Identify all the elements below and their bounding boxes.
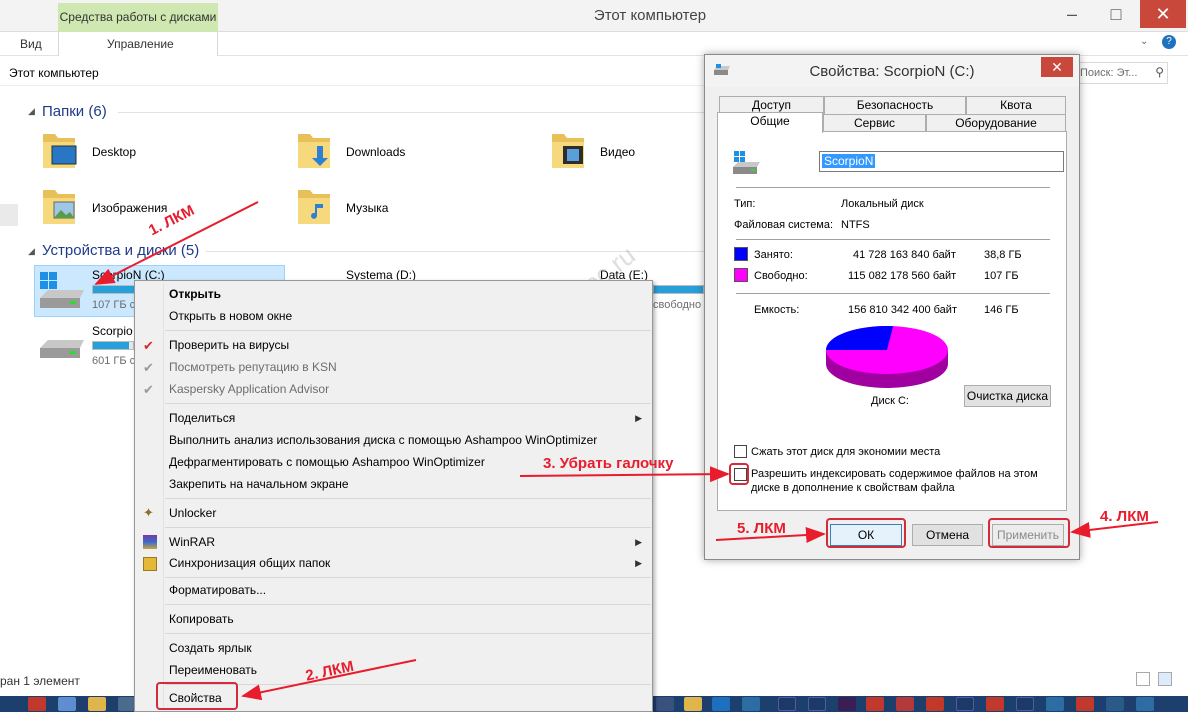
annotation-step-4: 4. ЛКМ — [1100, 508, 1149, 525]
annotation-arrows — [94, 201, 1159, 701]
annotation-step-3: 3. Убрать галочку — [543, 455, 674, 472]
tab-general[interactable]: Общие — [717, 112, 823, 133]
annotation-step-5: 5. ЛКМ — [737, 520, 786, 537]
arrow-to-index-checkbox — [519, 466, 730, 483]
